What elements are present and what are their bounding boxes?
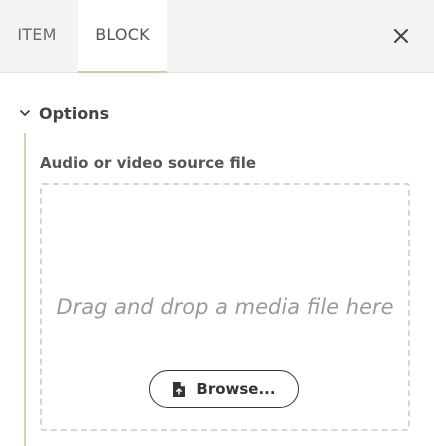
browse-label: Browse... — [196, 380, 276, 398]
block-settings-panel: ITEM BLOCK Options Audio or video source… — [0, 0, 434, 446]
file-upload-icon — [173, 381, 186, 397]
media-dropzone[interactable]: Drag and drop a media file here Browse..… — [40, 183, 410, 431]
dropzone-hint: Drag and drop a media file here — [56, 295, 394, 319]
tab-item[interactable]: ITEM — [0, 0, 74, 73]
source-file-label: Audio or video source file — [40, 154, 257, 172]
close-button[interactable] — [390, 25, 412, 47]
browse-button[interactable]: Browse... — [149, 370, 299, 408]
close-icon — [394, 29, 408, 43]
tab-item-label: ITEM — [17, 25, 57, 44]
options-label: Options — [39, 103, 110, 123]
tab-bar: ITEM BLOCK — [0, 0, 434, 74]
tab-block-label: BLOCK — [95, 25, 150, 44]
options-section: Audio or video source file Drag and drop… — [24, 133, 434, 446]
tab-block[interactable]: BLOCK — [78, 0, 167, 74]
chevron-down-icon — [20, 110, 30, 116]
options-toggle[interactable]: Options — [18, 102, 109, 124]
